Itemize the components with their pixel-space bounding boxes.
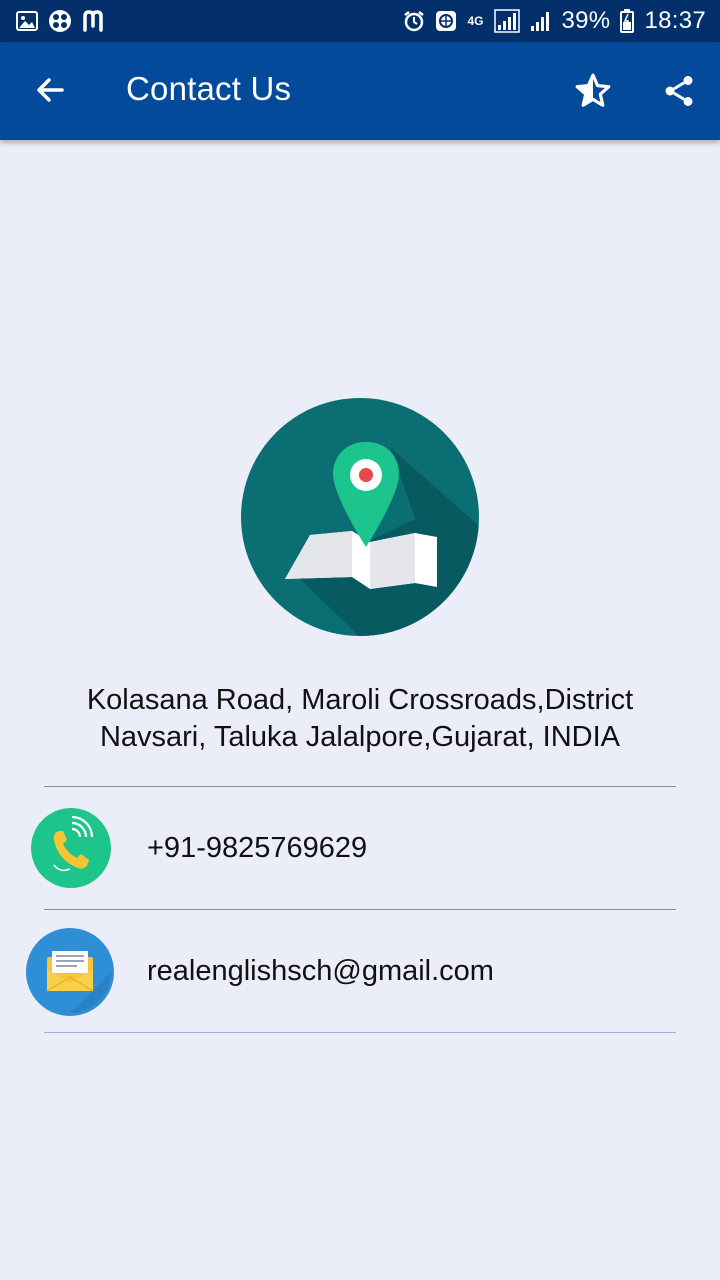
divider — [44, 909, 676, 910]
star-half-icon — [574, 72, 612, 110]
battery-icon — [620, 9, 635, 33]
gallery-icon — [16, 11, 38, 31]
signal-icon — [493, 9, 520, 33]
divider — [44, 1032, 676, 1033]
m-app-icon — [82, 10, 108, 32]
favorite-button[interactable] — [570, 68, 616, 114]
email-address: realenglishsch@gmail.com — [147, 955, 494, 987]
battery-percent: 39% — [561, 7, 611, 34]
phone-icon — [30, 807, 112, 894]
phone-number: +91-9825769629 — [147, 832, 368, 864]
email-row[interactable]: realenglishsch@gmail.com — [0, 911, 720, 1031]
clock: 18:37 — [644, 7, 706, 34]
divider — [44, 786, 676, 787]
page-title: Contact Us — [126, 70, 292, 107]
network-4g-icon: 4G — [467, 13, 484, 28]
share-button[interactable] — [656, 68, 702, 114]
email-icon — [25, 927, 115, 1022]
status-bar-right: 4G 39% 18:37 — [403, 7, 706, 35]
map-location-icon — [240, 397, 480, 637]
share-icon — [661, 72, 697, 110]
back-button[interactable] — [26, 66, 74, 114]
signal-icon — [530, 10, 552, 32]
app-bar: Contact Us — [0, 42, 720, 140]
clover-icon — [48, 9, 72, 33]
phone-row[interactable]: +91-9825769629 — [0, 788, 720, 908]
data-saver-icon — [435, 10, 457, 32]
arrow-left-icon — [34, 74, 66, 106]
status-bar-left — [16, 9, 108, 33]
alarm-icon — [403, 10, 425, 32]
address-text: Kolasana Road, Maroli Crossroads,Distric… — [86, 684, 634, 753]
status-bar: 4G 39% 18:37 — [0, 0, 720, 42]
